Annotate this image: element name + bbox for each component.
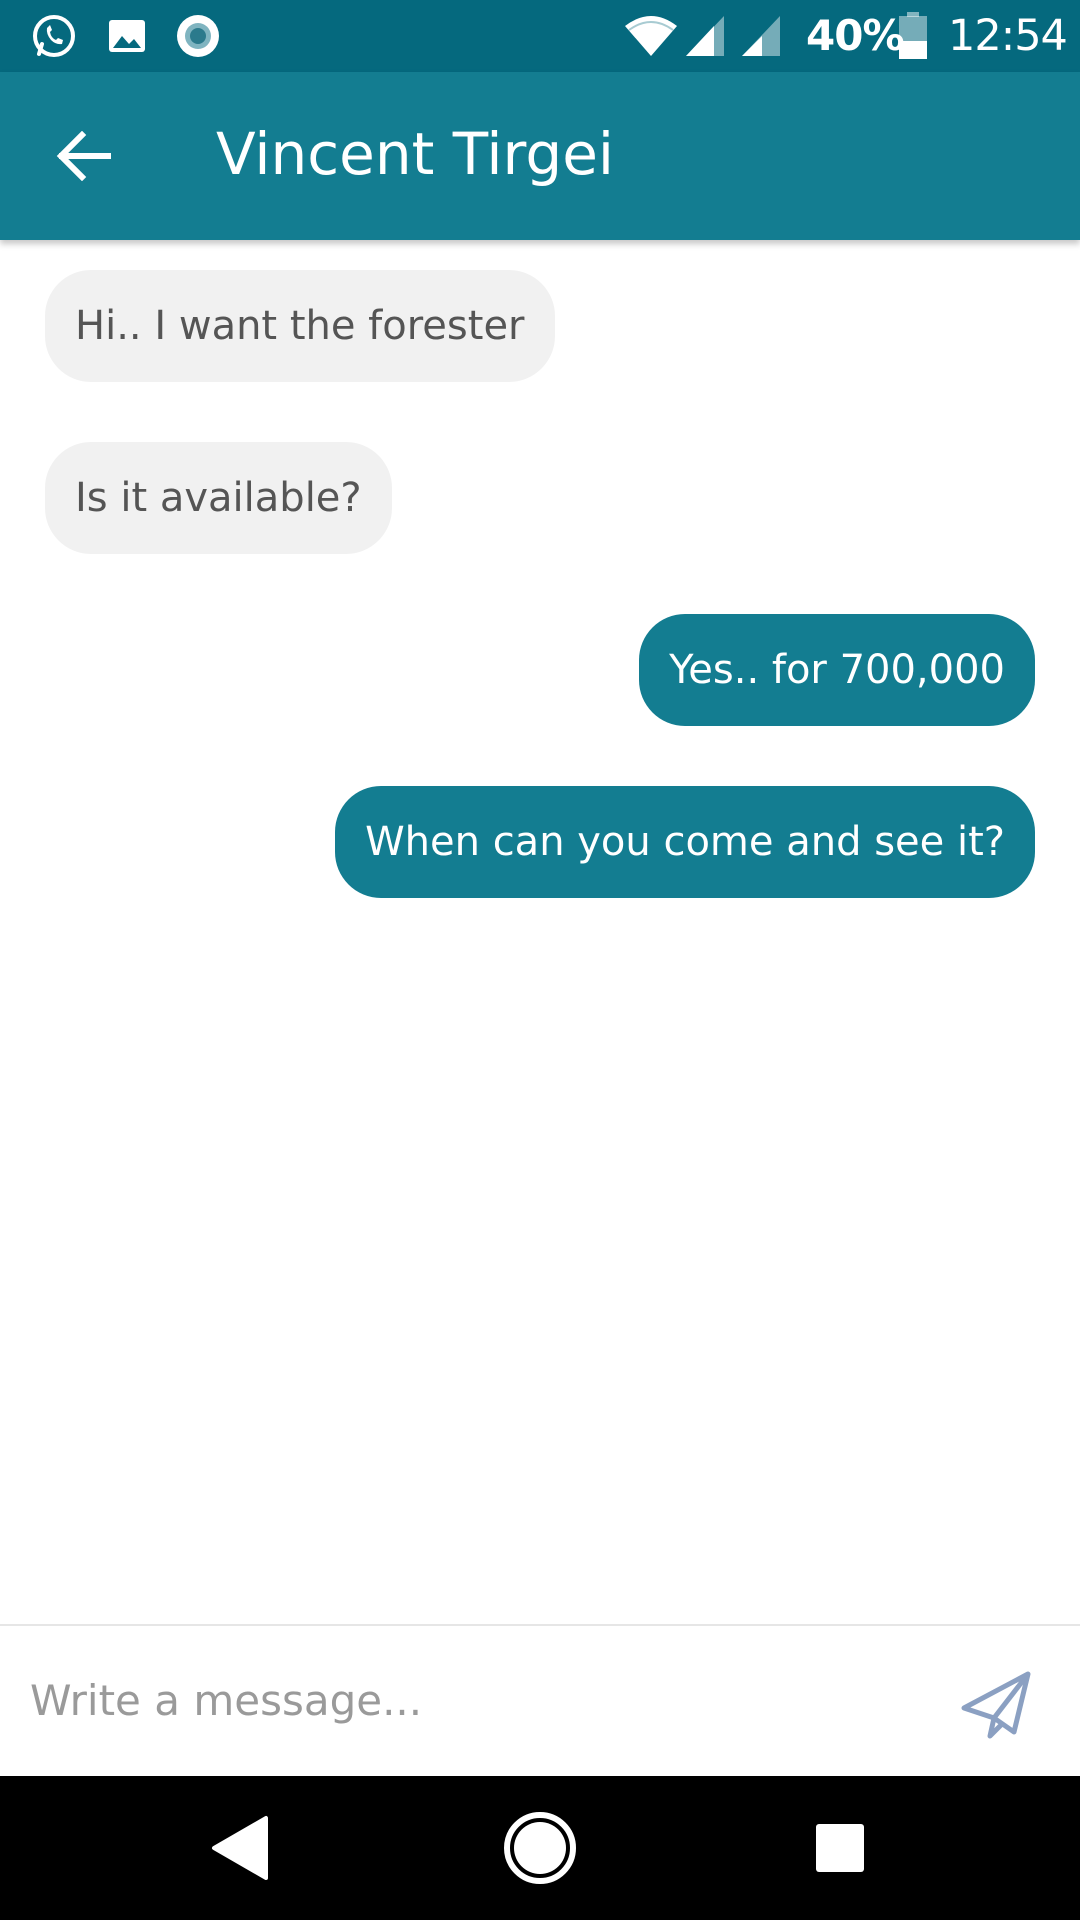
- message-bubble-incoming: Is it available?: [45, 442, 392, 554]
- app-bar: Vincent Tirgei: [0, 72, 1080, 240]
- signal-icon-secondary: [742, 16, 780, 56]
- message-bubble-incoming: Hi.. I want the forester: [45, 270, 555, 382]
- message-composer: [0, 1624, 1080, 1776]
- send-button[interactable]: [960, 1668, 1050, 1758]
- message-list[interactable]: Hi.. I want the forester Is it available…: [0, 240, 1080, 1624]
- home-circle-icon[interactable]: [498, 1806, 582, 1890]
- image-icon: [109, 20, 145, 52]
- message-text: Is it available?: [75, 475, 362, 521]
- battery-icon: [899, 12, 927, 59]
- system-navigation-bar: [0, 1776, 1080, 1920]
- message-bubble-outgoing: Yes.. for 700,000: [639, 614, 1035, 726]
- message-text: Yes.. for 700,000: [669, 647, 1005, 693]
- paper-plane-icon: [961, 1671, 1031, 1739]
- status-bar: 40% 12:54: [0, 0, 1080, 72]
- arrow-left-icon: [56, 131, 111, 181]
- back-button[interactable]: [40, 112, 128, 200]
- signal-icon: [686, 16, 724, 56]
- message-text: When can you come and see it?: [365, 819, 1005, 865]
- clock: 12:54: [948, 11, 1068, 61]
- recents-square-icon[interactable]: [798, 1806, 882, 1890]
- wifi-icon: [625, 16, 677, 56]
- message-bubble-outgoing: When can you come and see it?: [335, 786, 1035, 898]
- message-input[interactable]: [30, 1650, 930, 1750]
- whatsapp-icon: [33, 15, 75, 57]
- back-triangle-icon[interactable]: [200, 1806, 284, 1890]
- record-icon: [177, 15, 219, 57]
- message-text: Hi.. I want the forester: [75, 303, 525, 349]
- battery-percent: 40%: [806, 11, 905, 60]
- contact-name: Vincent Tirgei: [216, 120, 614, 188]
